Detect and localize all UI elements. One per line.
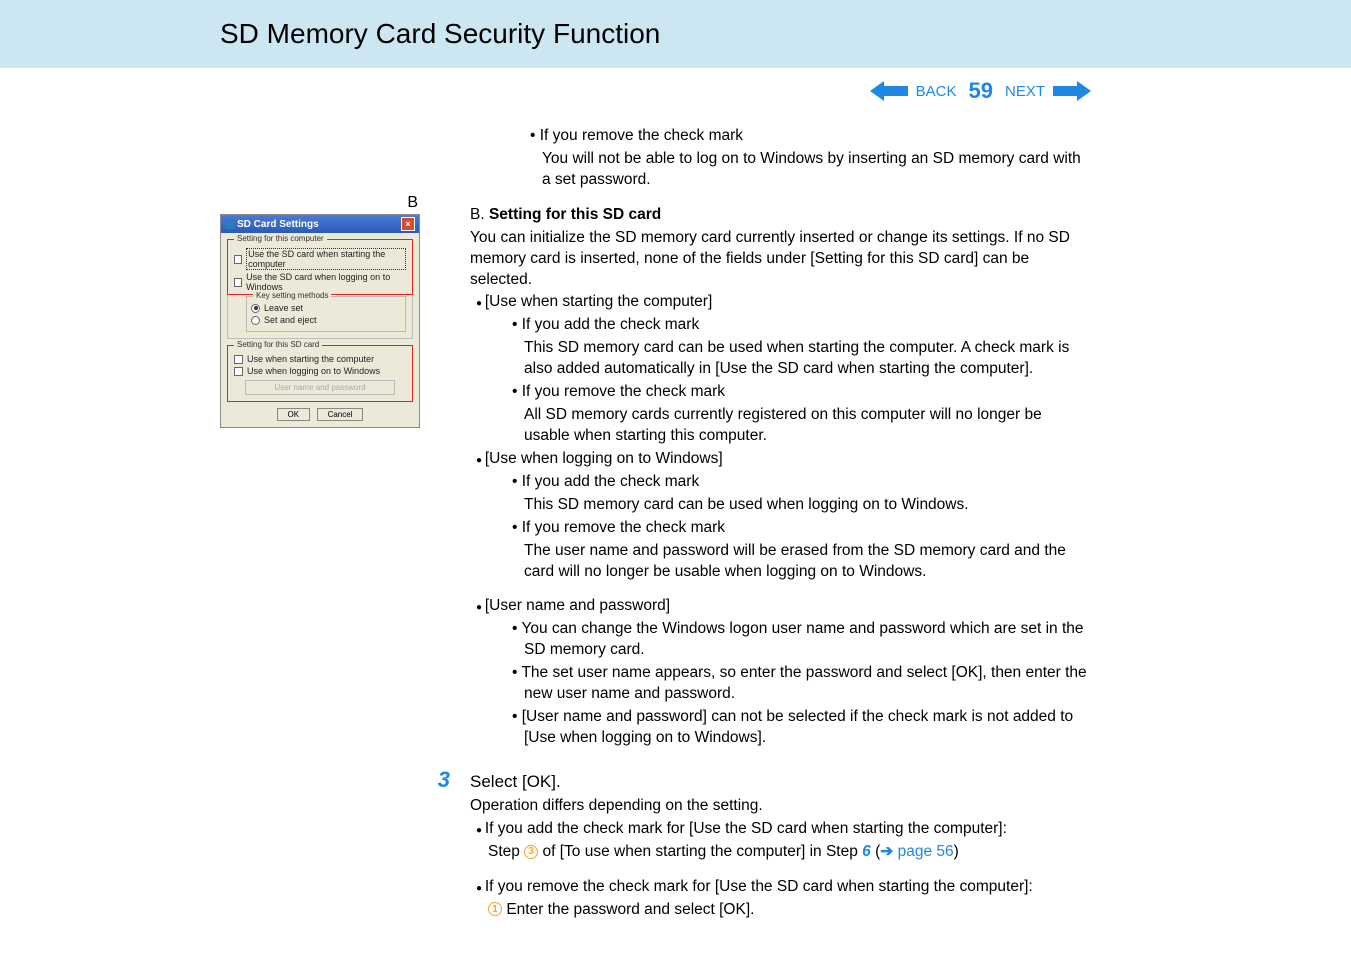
b-desc: You can initialize the SD memory card cu…: [470, 228, 1091, 291]
circled-1: 1: [488, 902, 502, 916]
text: [User name and password] can not be sele…: [506, 707, 1091, 749]
arrow-right-icon: [1053, 79, 1091, 103]
radio-set-eject[interactable]: [251, 316, 260, 325]
text: If you remove the check mark: [524, 126, 1091, 147]
back-label: BACK: [916, 83, 957, 100]
ok-button[interactable]: OK: [277, 408, 311, 421]
group1-legend: Setting for this computer: [234, 234, 327, 243]
close-icon[interactable]: ×: [401, 217, 415, 231]
back-button[interactable]: BACK: [870, 79, 957, 103]
text: The user name and password will be erase…: [506, 541, 1091, 583]
text: This SD memory card can be used when log…: [506, 495, 1091, 516]
text: If you add the check mark: [506, 472, 1091, 493]
circled-3: 3: [524, 845, 538, 859]
step3-line: Step 3 of [To use when starting the comp…: [470, 842, 1091, 863]
user-pw-heading: [User name and password]: [470, 596, 1091, 617]
sub-legend: Key setting methods: [253, 291, 331, 300]
sd-card-settings-dialog: SD Card Settings × Setting for this comp…: [220, 214, 420, 428]
b-label: B.: [470, 206, 485, 223]
text: If you remove the check mark: [506, 518, 1091, 539]
use-start-heading: [Use when starting the computer]: [470, 292, 1091, 313]
text: This SD memory card can be used when sta…: [506, 338, 1091, 380]
text: The set user name appears, so enter the …: [506, 663, 1091, 705]
text: If you remove the check mark: [506, 382, 1091, 403]
text: You can change the Windows logon user na…: [506, 619, 1091, 661]
dialog-title: SD Card Settings: [237, 219, 319, 230]
use-logon-heading: [Use when logging on to Windows]: [470, 449, 1091, 470]
group-key-methods: Key setting methods Leave set Set and ej…: [246, 296, 406, 332]
title-banner: SD Memory Card Security Function: [0, 0, 1351, 68]
step-number-3: 3: [430, 765, 450, 795]
group-setting-computer: Setting for this computer Use the SD car…: [227, 239, 413, 339]
page-navigation: BACK 59 NEXT: [0, 68, 1351, 124]
step3-title: Select [OK].: [470, 771, 1091, 794]
step-6-ref: 6: [862, 843, 871, 860]
chk-start-computer: Use the SD card when starting the comput…: [246, 248, 406, 270]
step3-bullet1: If you add the check mark for [Use the S…: [470, 819, 1091, 840]
chk2-logon: Use when logging on to Windows: [247, 366, 380, 376]
dialog-titlebar: SD Card Settings ×: [221, 215, 419, 233]
page-number: 59: [969, 78, 993, 104]
b-title: Setting for this SD card: [489, 206, 661, 223]
checkbox-icon[interactable]: [234, 255, 242, 264]
callout-b: B: [220, 194, 430, 212]
checkbox-icon[interactable]: [234, 355, 243, 364]
next-label: NEXT: [1005, 83, 1045, 100]
checkbox-icon[interactable]: [234, 278, 242, 287]
text: If you add the check mark: [506, 315, 1091, 336]
radio-leave-set[interactable]: [251, 304, 260, 313]
page-title: SD Memory Card Security Function: [220, 18, 1351, 50]
text: You will not be able to log on to Window…: [524, 149, 1091, 191]
dialog-illustration-column: B SD Card Settings × Setting for this co…: [220, 124, 430, 428]
chk2-start: Use when starting the computer: [247, 354, 374, 364]
cancel-button[interactable]: Cancel: [317, 408, 364, 421]
radio2-label: Set and eject: [264, 315, 317, 325]
arrow-right-icon: ➔: [880, 843, 893, 860]
checkbox-icon[interactable]: [234, 367, 243, 376]
step3-line2: 1 Enter the password and select [OK].: [470, 900, 1091, 921]
group-setting-sdcard: Setting for this SD card Use when starti…: [227, 345, 413, 402]
step3-sub: Operation differs depending on the setti…: [470, 796, 1091, 817]
chk-logon-windows: Use the SD card when logging on to Windo…: [246, 272, 406, 292]
page-56-link[interactable]: page 56: [898, 843, 954, 860]
group2-legend: Setting for this SD card: [234, 340, 322, 349]
content-column: If you remove the check mark You will no…: [470, 124, 1091, 922]
user-password-button[interactable]: User name and password: [245, 380, 394, 395]
radio1-label: Leave set: [264, 303, 303, 313]
next-button[interactable]: NEXT: [1005, 79, 1091, 103]
step3-bullet2: If you remove the check mark for [Use th…: [470, 877, 1091, 898]
sd-icon: [225, 219, 235, 229]
text: All SD memory cards currently registered…: [506, 405, 1091, 447]
arrow-left-icon: [870, 79, 908, 103]
